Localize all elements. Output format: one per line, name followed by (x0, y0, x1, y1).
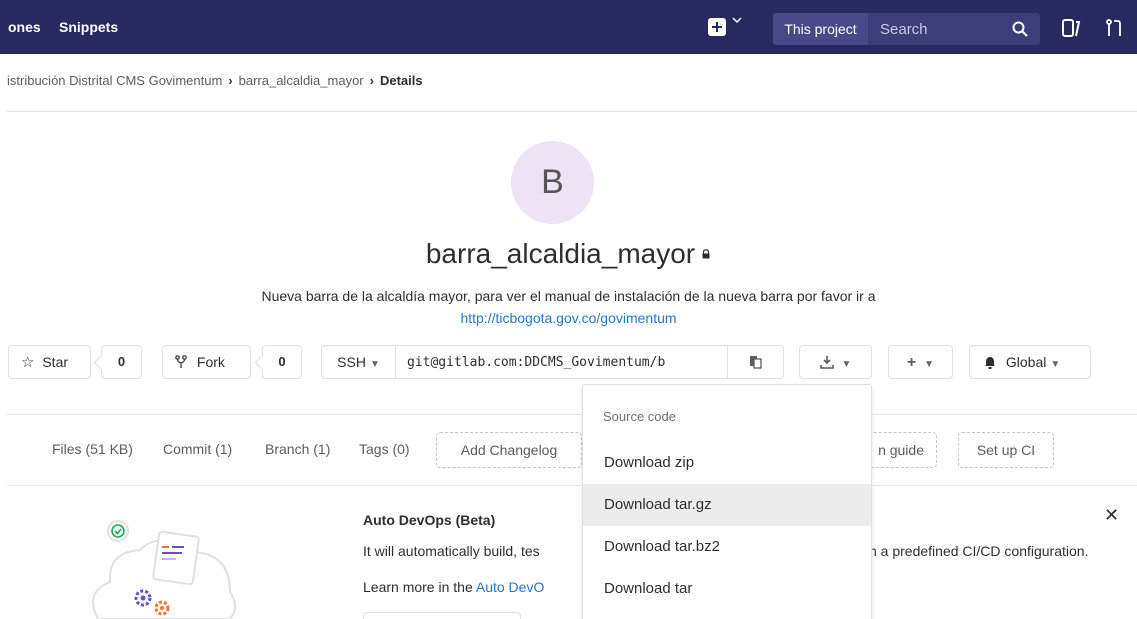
caret-down-icon: ▼ (1050, 359, 1061, 370)
divider (7, 485, 1137, 486)
protocol-label: SSH (337, 354, 366, 370)
project-description-link[interactable]: http://ticbogota.gov.co/govimentum (460, 310, 676, 326)
chevron-down-icon[interactable] (732, 14, 742, 28)
breadcrumb-group[interactable]: istribución Distrital CMS Govimentum (7, 73, 222, 88)
close-icon[interactable]: ✕ (1104, 505, 1119, 526)
new-item-dropdown-button[interactable]: + ▼ (888, 345, 953, 379)
tags-stat[interactable]: Tags (0) (359, 441, 410, 457)
search-icon[interactable] (1011, 20, 1029, 38)
lock-icon (702, 248, 710, 259)
breadcrumb: istribución Distrital CMS Govimentum › bar… (7, 73, 423, 88)
search-scope-label[interactable]: This project (773, 13, 868, 45)
copy-url-button[interactable] (727, 346, 783, 378)
copy-icon (750, 356, 762, 369)
auto-devops-docs-link[interactable]: Auto DevO (476, 579, 544, 595)
clone-url-input[interactable] (397, 346, 727, 378)
auto-devops-illustration (92, 520, 236, 619)
branch-stat[interactable]: Branch (1) (265, 441, 330, 457)
project-title: barra_alcaldia_mayor (0, 238, 1137, 270)
clone-url-group: SSH ▼ (321, 345, 784, 379)
commit-stat[interactable]: Commit (1) (163, 441, 232, 457)
project-description: Nueva barra de la alcaldía mayor, para v… (0, 285, 1137, 329)
chevron-right-icon: › (228, 73, 233, 88)
divider (7, 414, 1137, 415)
fork-icon (175, 355, 187, 368)
add-changelog-button[interactable]: Add Changelog (436, 432, 582, 468)
project-name: barra_alcaldia_mayor (425, 238, 696, 269)
star-label: Star (42, 354, 69, 370)
download-tar-gz-item[interactable]: Download tar.gz (583, 484, 871, 526)
download-tar-item[interactable]: Download tar (583, 568, 871, 610)
project-description-text: Nueva barra de la alcaldía mayor, para v… (261, 288, 876, 304)
chevron-right-icon: › (369, 73, 374, 88)
plus-square-icon[interactable] (708, 18, 726, 36)
auto-devops-text: It will automatically build, tes (363, 543, 540, 559)
plus-icon: + (906, 354, 917, 371)
caret-down-icon: ▼ (924, 359, 935, 370)
star-count[interactable]: 0 (101, 345, 142, 379)
download-dropdown-button[interactable]: ▼ (799, 345, 872, 379)
auto-devops-learn-more: Learn more in the Auto DevO (363, 579, 544, 595)
nav-link-projects[interactable]: ones (8, 0, 41, 54)
download-zip-item[interactable]: Download zip (583, 442, 871, 484)
divider (7, 111, 1137, 112)
breadcrumb-current: Details (379, 73, 423, 88)
bell-icon (985, 357, 995, 369)
notification-dropdown-button[interactable]: Global ▼ (969, 345, 1091, 379)
setup-ci-button[interactable]: Set up CI (958, 432, 1054, 468)
star-button[interactable]: ☆ Star (8, 345, 91, 379)
top-navbar: ones Snippets This project (0, 0, 1137, 54)
merge-request-icon[interactable] (1104, 18, 1124, 38)
download-tar-bz2-item[interactable]: Download tar.bz2 (583, 526, 871, 568)
notification-label: Global (1005, 354, 1047, 370)
dropdown-header: Source code (603, 409, 676, 424)
fork-count[interactable]: 0 (262, 345, 302, 379)
caret-down-icon: ▼ (841, 359, 852, 370)
todos-icon[interactable] (1061, 18, 1081, 38)
breadcrumb-project[interactable]: barra_alcaldia_mayor (239, 73, 364, 88)
search-box (868, 13, 1040, 45)
search-input[interactable] (868, 13, 1008, 45)
files-stat[interactable]: Files (51 KB) (52, 441, 133, 457)
download-dropdown-menu: Source code Download zip Download tar.gz… (582, 384, 872, 619)
caret-down-icon: ▼ (369, 359, 380, 370)
download-icon (819, 356, 834, 369)
protocol-select[interactable]: SSH ▼ (322, 346, 396, 378)
star-icon: ☆ (21, 354, 35, 371)
enable-auto-devops-button[interactable] (363, 612, 521, 619)
project-avatar: B (511, 141, 594, 224)
nav-link-snippets[interactable]: Snippets (59, 0, 118, 54)
fork-button[interactable]: Fork (162, 345, 251, 379)
fork-label: Fork (196, 354, 225, 370)
auto-devops-title: Auto DevOps (Beta) (363, 512, 496, 528)
learn-more-prefix: Learn more in the (363, 579, 476, 595)
auto-devops-text-continued: n a predefined CI/CD configuration. (869, 543, 1089, 559)
